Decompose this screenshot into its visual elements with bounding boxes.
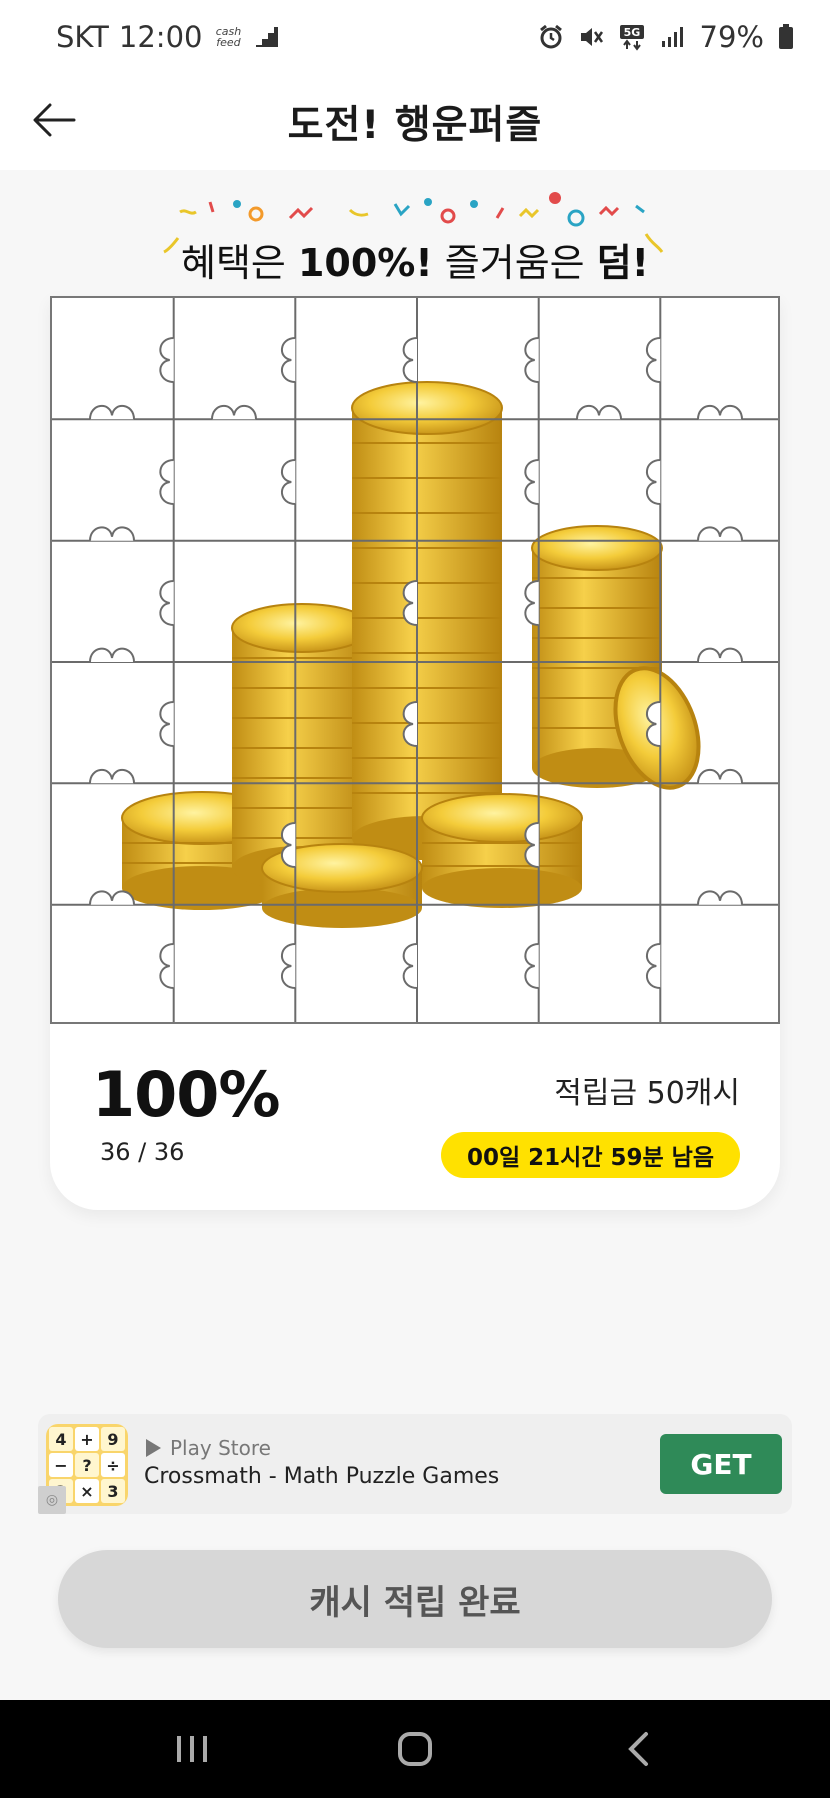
banner-text-mid: 즐거움은	[432, 241, 597, 285]
ad-icon-cell: 9	[101, 1427, 125, 1451]
ad-store-label: Play Store	[170, 1436, 271, 1460]
ad-banner[interactable]: 4 + 9 − ? ÷ 2 × 3 ◎ Play Store Crossmath…	[38, 1414, 792, 1514]
carrier-label: SKT	[56, 20, 109, 54]
ad-icon-cell: +	[75, 1427, 99, 1451]
puzzle-card: 100% 36 / 36 적립금 50캐시 00일 21시간 59분 남음	[50, 296, 780, 1210]
banner-text-pre: 혜택은	[181, 241, 298, 285]
ad-icon-cell: ÷	[101, 1453, 125, 1477]
mute-icon	[578, 24, 604, 50]
ad-icon-cell: −	[49, 1453, 73, 1477]
ad-icon-cell: ?	[75, 1453, 99, 1477]
adchoices-icon[interactable]: ◎	[38, 1486, 66, 1514]
status-bar: SKT 12:00 cash feed 5G 79%	[0, 0, 830, 74]
ad-get-button[interactable]: GET	[660, 1434, 782, 1494]
puzzle-image	[52, 298, 778, 1022]
progress-percent: 100%	[92, 1058, 281, 1131]
banner-text-bold2: 덤!	[596, 241, 649, 285]
battery-icon	[778, 24, 794, 50]
recent-apps-button[interactable]	[152, 1719, 232, 1779]
puzzle-board[interactable]	[50, 296, 780, 1024]
banner-text: 혜택은 100%! 즐거움은 덤!	[0, 232, 830, 287]
clock: 12:00	[118, 20, 203, 54]
alarm-icon	[538, 24, 564, 50]
arrow-left-icon	[33, 103, 76, 137]
status-right: 5G 79%	[538, 20, 794, 54]
status-left: SKT 12:00 cash feed	[56, 20, 280, 54]
svg-text:5G: 5G	[623, 26, 640, 39]
banner-text-bold1: 100%!	[297, 241, 433, 285]
battery-percent: 79%	[699, 20, 764, 54]
cash-collect-button[interactable]: 캐시 적립 완료	[58, 1550, 772, 1648]
piece-count: 36 / 36	[100, 1138, 185, 1166]
ad-store-line: Play Store	[144, 1436, 271, 1460]
ad-icon-cell: 4	[49, 1427, 73, 1451]
ad-app-title: Crossmath - Math Puzzle Games	[144, 1464, 500, 1489]
page-title: 도전! 행운퍼즐	[287, 103, 543, 148]
home-button[interactable]	[375, 1719, 455, 1779]
system-back-button[interactable]	[598, 1719, 678, 1779]
cell-signal-icon	[660, 25, 686, 49]
back-button[interactable]	[28, 94, 80, 146]
time-remaining-badge: 00일 21시간 59분 남음	[440, 1132, 740, 1178]
ad-icon-cell: 3	[101, 1479, 125, 1503]
confetti-banner: 혜택은 100%! 즐거움은 덤!	[0, 190, 830, 285]
reward-amount: 적립금 50캐시	[554, 1076, 740, 1111]
system-nav-bar	[0, 1700, 830, 1798]
signal-stairs-icon	[254, 27, 280, 47]
play-store-icon	[146, 1439, 161, 1457]
home-icon	[397, 1732, 432, 1766]
recent-apps-icon	[176, 1736, 207, 1762]
cashfeed-badge: cash feed	[215, 25, 242, 49]
ad-icon-cell: ×	[75, 1479, 99, 1503]
network-5g-icon: 5G	[618, 23, 646, 51]
chevron-left-icon	[628, 1732, 649, 1766]
app-header: 도전! 행운퍼즐	[0, 74, 830, 170]
puzzle-grid	[52, 298, 778, 1022]
